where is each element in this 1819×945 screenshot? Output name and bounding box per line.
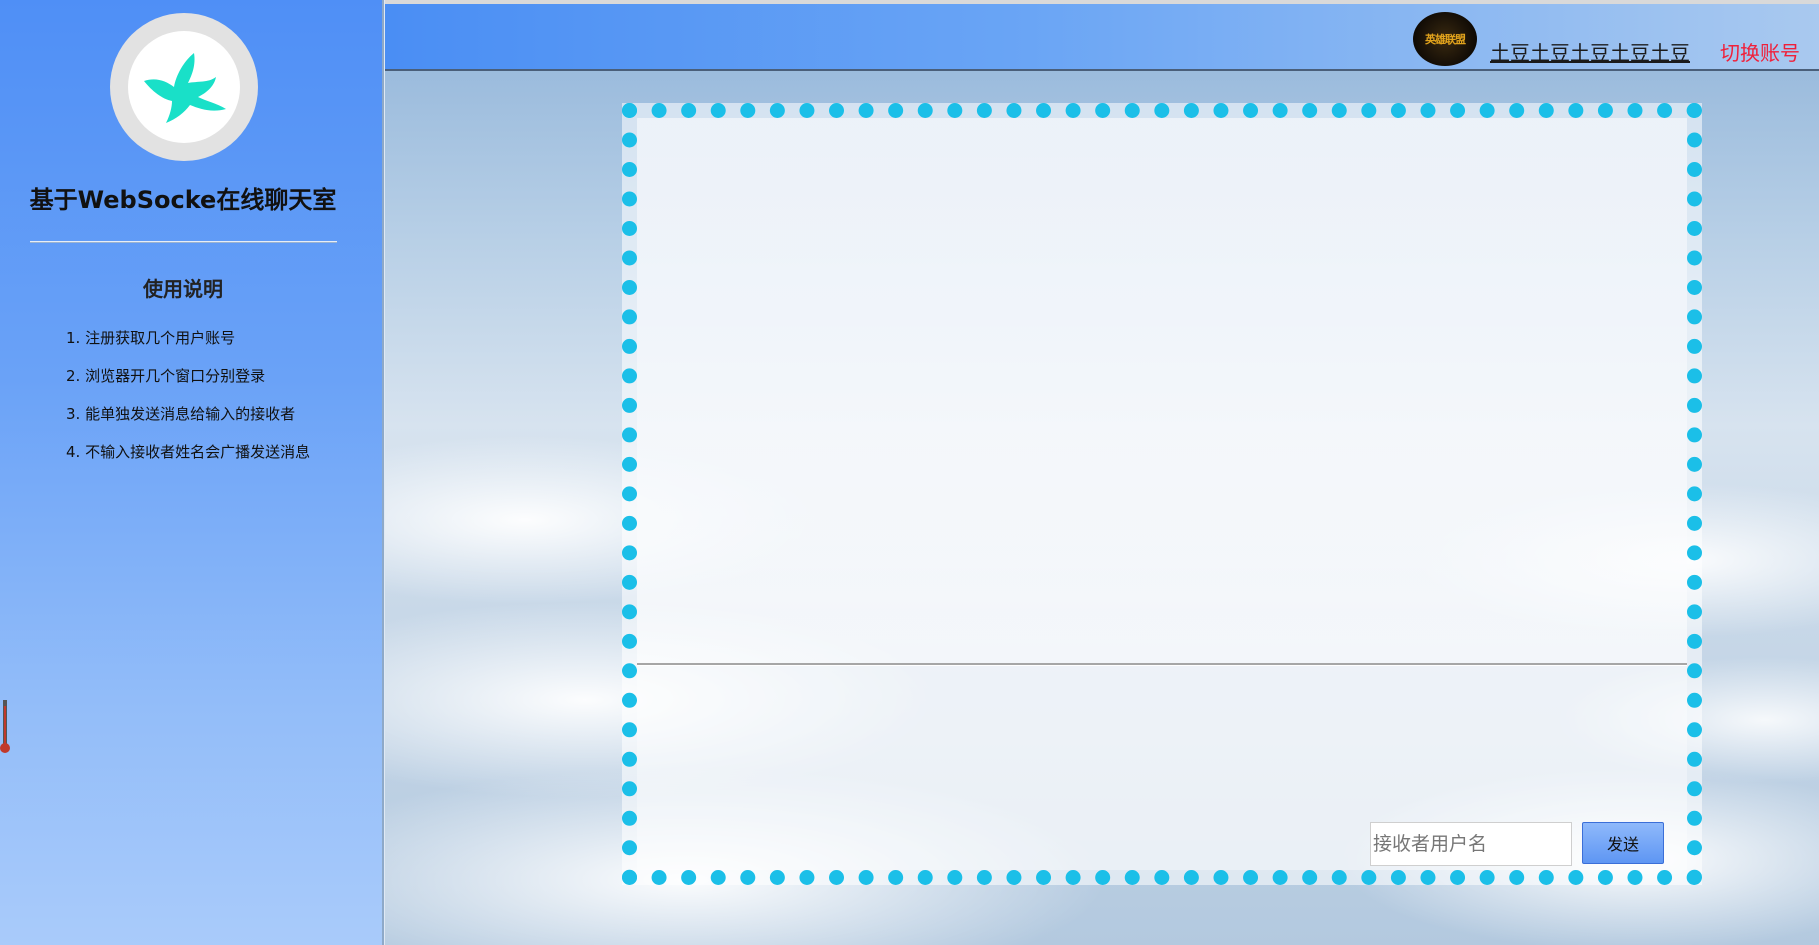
main-area: 英雄联盟 土豆土豆土豆土豆土豆 切换账号 发送 (385, 0, 1819, 945)
message-input-area[interactable]: 发送 (637, 666, 1687, 870)
avatar-badge: 英雄联盟 (1425, 33, 1466, 46)
app-logo (110, 13, 258, 161)
username-link[interactable]: 土豆土豆土豆土豆土豆 (1490, 37, 1690, 66)
app-title: 基于WebSocke在线聊天室 (29, 186, 337, 214)
usage-item: 1. 注册获取几个用户账号 (66, 329, 236, 347)
usage-item: 2. 浏览器开几个窗口分别登录 (66, 367, 266, 385)
sidebar-divider (30, 241, 337, 243)
chat-frame: 发送 (622, 103, 1702, 885)
topbar: 英雄联盟 土豆土豆土豆土豆土豆 切换账号 (385, 4, 1819, 71)
switch-account-link[interactable]: 切换账号 (1720, 37, 1800, 66)
user-avatar[interactable]: 英雄联盟 (1413, 12, 1477, 66)
usage-list: 1. 注册获取几个用户账号 2. 浏览器开几个窗口分别登录 3. 能单独发送消息… (66, 325, 310, 477)
usage-item: 3. 能单独发送消息给输入的接收者 (66, 405, 296, 423)
message-area[interactable] (637, 118, 1687, 663)
usage-title: 使用说明 (143, 277, 223, 301)
receiver-input[interactable] (1370, 822, 1572, 866)
thermometer-icon (0, 700, 10, 753)
dove-icon (144, 53, 226, 123)
usage-item: 4. 不输入接收者姓名会广播发送消息 (66, 443, 311, 461)
send-button[interactable]: 发送 (1582, 822, 1664, 864)
sidebar: 基于WebSocke在线聊天室 使用说明 1. 注册获取几个用户账号 2. 浏览… (0, 0, 384, 945)
